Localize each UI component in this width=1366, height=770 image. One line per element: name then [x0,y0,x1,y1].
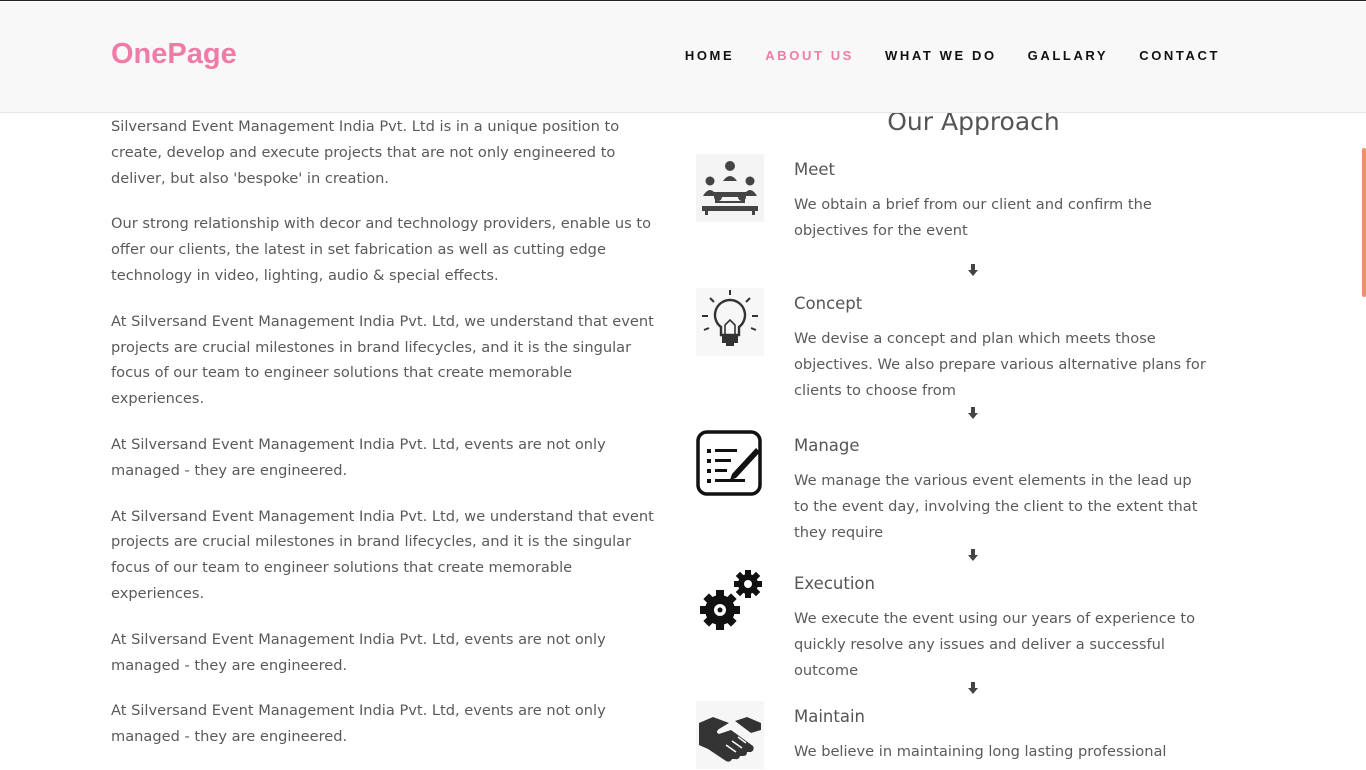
nav-about-us[interactable]: ABOUT US [765,48,854,63]
step-description: We obtain a brief from our client and co… [794,196,1152,239]
step-description: We manage the various event elements in … [794,472,1198,541]
about-paragraph: At Silversand Event Management India Pvt… [111,435,606,479]
step-description: We devise a concept and plan which meets… [794,330,1206,399]
about-paragraph: At Silversand Event Management India Pvt… [111,507,654,602]
step-title: Maintain [794,707,866,726]
lightbulb-icon [696,288,764,356]
about-paragraph: Silversand Event Management India Pvt. L… [111,118,620,187]
step-description: We execute the event using our years of … [794,610,1196,679]
meeting-table-icon [696,154,764,222]
step-title: Execution [794,574,875,593]
checklist-edit-icon [696,430,764,498]
handshake-icon [696,701,764,769]
arrow-down-icon [966,548,980,562]
step-description: We believe in maintaining long lasting p… [794,743,1167,760]
about-paragraph: At Silversand Event Management India Pvt… [111,702,606,746]
about-paragraph: At Silversand Event Management India Pvt… [111,312,654,408]
nav-home[interactable]: HOME [685,48,734,63]
about-paragraph: Our strong relationship with decor and t… [111,215,652,284]
brand-logo[interactable]: OnePage [111,38,237,71]
page-scrollbar-thumb[interactable] [1362,148,1366,297]
step-title: Manage [794,436,860,455]
arrow-down-icon [966,263,980,277]
arrow-down-icon [966,681,980,695]
nav-gallary[interactable]: GALLARY [1028,48,1109,63]
about-text: Silversand Event Management India Pvt. L… [111,114,663,770]
step-title: Meet [794,160,836,179]
nav-contact[interactable]: CONTACT [1139,48,1220,63]
top-navbar: OnePage HOME ABOUT US WHAT WE DO GALLARY… [0,2,1366,113]
arrow-down-icon [966,406,980,420]
nav-what-we-do[interactable]: WHAT WE DO [885,48,997,63]
main-nav: HOME ABOUT US WHAT WE DO GALLARY CONTACT [654,48,1220,63]
step-title: Concept [794,294,863,313]
about-paragraph: At Silversand Event Management India Pvt… [111,630,606,674]
gears-icon [696,568,764,636]
